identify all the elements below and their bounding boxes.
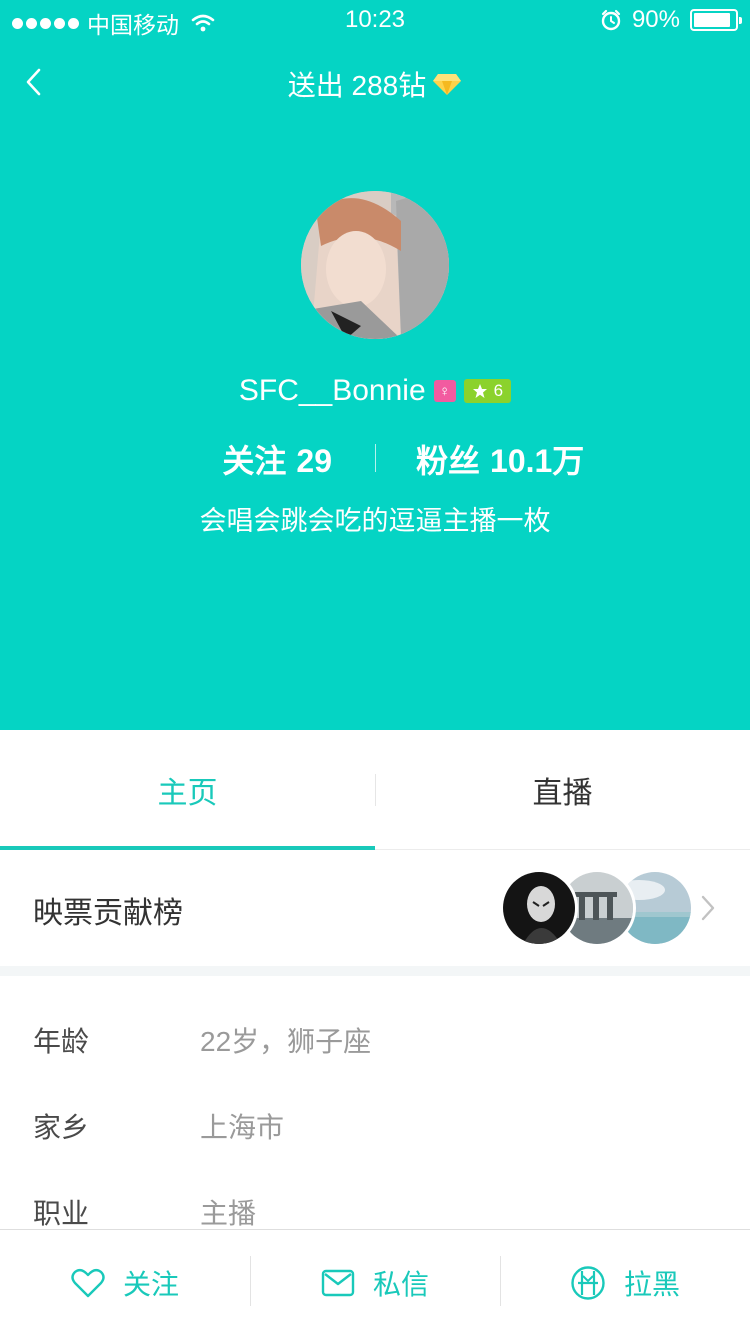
following-count: 29 <box>296 443 332 479</box>
stats-row: 关注 29 粉丝 10.1万 <box>0 436 750 480</box>
follow-button[interactable]: 关注 <box>0 1230 250 1334</box>
navigation-bar: 送出 288钻 <box>0 50 750 114</box>
job-label: 职业 <box>33 1198 90 1229</box>
block-icon <box>571 1265 605 1300</box>
contributor-avatars <box>500 869 700 947</box>
tab-live[interactable]: 直播 <box>375 730 750 850</box>
info-row-hometown: 家乡 上海市 <box>0 1092 750 1152</box>
title-text: 送出 288钻 <box>287 70 427 101</box>
follow-button-label: 关注 <box>122 1268 179 1300</box>
chevron-right-icon <box>701 895 715 921</box>
username-row: SFC__Bonnie ♀ 6 <box>0 374 750 408</box>
message-button-label: 私信 <box>372 1268 429 1300</box>
tab-home[interactable]: 主页 <box>0 730 375 850</box>
profile-tabs: 主页 直播 <box>0 730 750 850</box>
fans-stat[interactable]: 粉丝 10.1万 <box>416 436 584 482</box>
block-button[interactable]: 拉黑 <box>500 1230 750 1334</box>
level-badge: 6 <box>463 379 512 403</box>
job-value: 主播 <box>200 1198 257 1229</box>
hometown-value: 上海市 <box>200 1112 285 1143</box>
stats-divider <box>375 444 376 472</box>
age-value: 22岁，狮子座 <box>200 1026 372 1057</box>
following-label: 关注 <box>222 443 287 479</box>
fans-label: 粉丝 <box>416 443 481 479</box>
fans-count: 10.1万 <box>490 443 585 479</box>
diamond-icon <box>433 74 462 95</box>
battery-percent: 90% <box>631 6 680 33</box>
info-row-age: 年龄 22岁，狮子座 <box>0 1006 750 1066</box>
female-icon: ♀ <box>433 380 456 402</box>
username: SFC__Bonnie <box>238 374 426 407</box>
block-button-label: 拉黑 <box>623 1268 680 1300</box>
message-button[interactable]: 私信 <box>250 1230 500 1334</box>
gift-summary-title: 送出 288钻 <box>0 64 750 104</box>
battery-icon <box>690 9 742 31</box>
following-stat[interactable]: 关注 29 <box>222 436 332 482</box>
star-icon <box>472 384 487 398</box>
contribution-ranking-row[interactable]: 映票贡献榜 <box>0 850 750 966</box>
profile-avatar[interactable] <box>301 191 449 339</box>
section-divider <box>0 966 750 976</box>
level-number: 6 <box>493 381 504 400</box>
contribution-label: 映票贡献榜 <box>33 897 183 930</box>
heart-icon <box>71 1268 105 1297</box>
envelope-icon <box>321 1269 355 1296</box>
avatar-photo <box>301 191 449 339</box>
bottom-action-bar: 关注 私信 拉黑 <box>0 1229 750 1334</box>
profile-header: 中国移动 10:23 90% 送出 288钻 SFC__Bonnie ♀ 6 关… <box>0 0 750 730</box>
hometown-label: 家乡 <box>33 1112 90 1143</box>
status-bar: 中国移动 10:23 90% <box>0 0 750 40</box>
alarm-icon <box>601 9 621 31</box>
age-label: 年龄 <box>33 1026 90 1057</box>
contributor-avatar <box>500 869 578 947</box>
profile-bio: 会唱会跳会吃的逗逼主播一枚 <box>199 506 551 536</box>
